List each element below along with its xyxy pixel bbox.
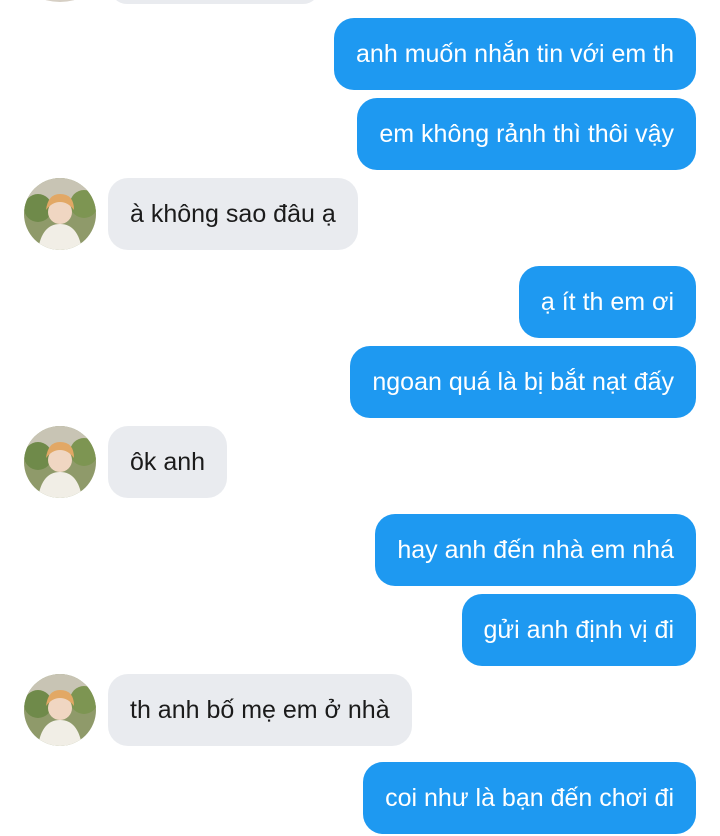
message-text: hay anh đến nhà em nhá — [397, 536, 674, 564]
sent-message-bubble[interactable]: em không rảnh thì thôi vậy — [357, 98, 696, 170]
message-text: ạ ít th em ơi — [540, 288, 674, 316]
sent-message-bubble[interactable]: gửi anh định vị đi — [461, 594, 696, 666]
received-message-bubble[interactable]: ôk anh — [108, 426, 228, 498]
sent-message-bubble[interactable]: hay anh đến nhà em nhá — [375, 514, 696, 586]
sent-message-bubble[interactable]: ạ ít th em ơi — [518, 266, 696, 338]
received-message-bubble[interactable] — [110, 0, 320, 4]
avatar[interactable] — [26, 0, 94, 2]
message-text: ngoan quá là bị bắt nạt đấy — [372, 368, 674, 396]
message-text: gửi anh định vị đi — [483, 616, 674, 644]
message-text: à không sao đâu ạ — [130, 200, 336, 228]
message-text: ôk anh — [130, 448, 206, 476]
contact-avatar[interactable] — [24, 178, 96, 250]
contact-avatar[interactable] — [24, 674, 96, 746]
sent-message-bubble[interactable]: coi như là bạn đến chơi đi — [363, 762, 696, 834]
message-text: em không rảnh thì thôi vậy — [379, 120, 674, 148]
received-message-bubble[interactable]: th anh bố mẹ em ở nhà — [108, 674, 412, 746]
sent-message-bubble[interactable]: ngoan quá là bị bắt nạt đấy — [350, 346, 696, 418]
contact-avatar[interactable] — [24, 426, 96, 498]
avatar-photo-icon — [24, 178, 96, 250]
sent-message-bubble[interactable]: anh muốn nhắn tin với em th — [334, 18, 696, 90]
message-text: anh muốn nhắn tin với em th — [356, 40, 674, 68]
received-message-bubble[interactable]: à không sao đâu ạ — [108, 178, 358, 250]
avatar-photo-icon — [24, 674, 96, 746]
avatar-photo-icon — [24, 426, 96, 498]
message-text: th anh bố mẹ em ở nhà — [130, 696, 390, 724]
message-text: coi như là bạn đến chơi đi — [385, 784, 674, 812]
